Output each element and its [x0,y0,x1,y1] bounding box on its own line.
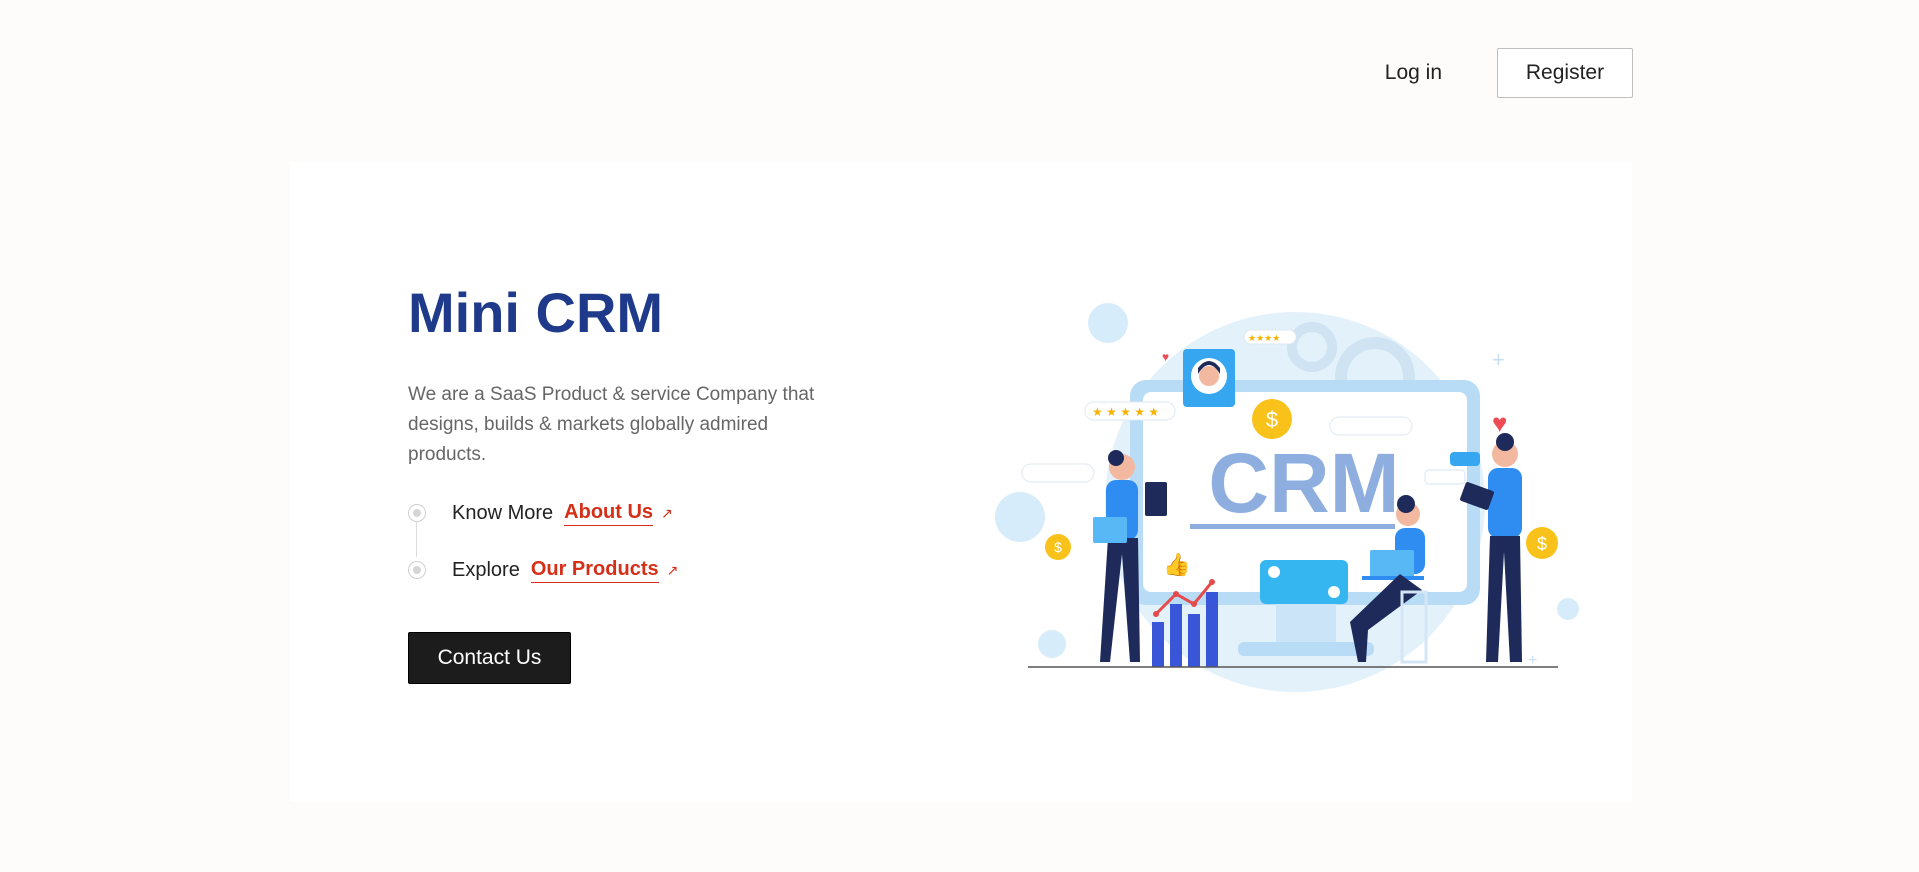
chat-bubble [1424,469,1466,485]
person-legs [1100,538,1140,662]
link-row-about: Know More About Us ↗ [408,498,678,557]
monitor-stand [1276,604,1336,644]
screen-underline [1190,524,1395,529]
laptop [1370,550,1414,578]
link-row-products: Explore Our Products ↗ [408,555,678,585]
folder [1093,517,1127,543]
tablet [1145,482,1167,516]
person-legs [1486,536,1522,662]
page-title: Mini CRM [408,281,664,344]
hero-description: We are a SaaS Product & service Company … [408,384,815,465]
radio-bullet-icon [408,504,426,522]
login-link[interactable]: Log in [1385,61,1442,85]
our-products-link[interactable]: Our Products [530,558,659,583]
stars-icon: ★★★★ [1248,333,1280,343]
bubble-decoration [1557,598,1579,620]
person-hair [1397,495,1415,513]
vertical-connector [416,522,417,557]
dollar-icon: $ [1537,534,1547,554]
chat-bubble [1450,452,1480,466]
about-us-link[interactable]: About Us [564,501,654,526]
monitor-base [1238,642,1374,656]
contact-us-button[interactable]: Contact Us [408,632,571,684]
laptop-base [1362,576,1424,580]
heart-icon: ♥ [1162,350,1169,364]
trend-point [1191,601,1197,607]
avatar-face [1199,366,1219,386]
radio-bullet-icon [408,561,426,579]
external-arrow-icon: ↗ [666,561,679,578]
trend-point [1209,579,1215,585]
register-button[interactable]: Register [1497,48,1633,98]
thumbs-up-icon: 👍 [1163,552,1190,577]
bubble-decoration [1088,303,1128,343]
top-nav: Log in Register [1385,48,1633,98]
bubble-decoration [995,492,1045,542]
contact-card [1329,416,1413,436]
person-body [1488,468,1522,538]
person-hair [1108,450,1124,466]
trend-point [1153,611,1159,617]
hero-links: Know More About Us ↗ Explore Our Product… [408,498,678,585]
crm-illustration: CRM ★ ★ ★ ★ ★ ★★★★ $ $ $ ♥ ♥ 👍 + + [995,303,1579,692]
link-prefix: Know More [452,501,554,524]
dollar-icon: $ [1266,407,1278,432]
bar [1206,592,1218,667]
bar [1170,604,1182,667]
dollar-icon: $ [1054,539,1062,555]
stars-icon: ★ ★ ★ ★ ★ [1092,405,1159,419]
hero-card: Mini CRM We are a SaaS Product & service… [290,162,1632,802]
user-icon [1328,586,1340,598]
person-hair [1496,433,1514,451]
user-icon [1268,566,1280,578]
link-prefix: Explore [452,558,520,581]
plus-icon: + [1492,347,1505,372]
bubble-decoration [1038,630,1066,658]
external-arrow-icon: ↗ [661,504,673,521]
trend-point [1173,591,1179,597]
contact-card [1021,463,1095,483]
crm-screen-text: CRM [1208,436,1399,530]
bar [1152,622,1164,667]
bar [1188,614,1200,667]
